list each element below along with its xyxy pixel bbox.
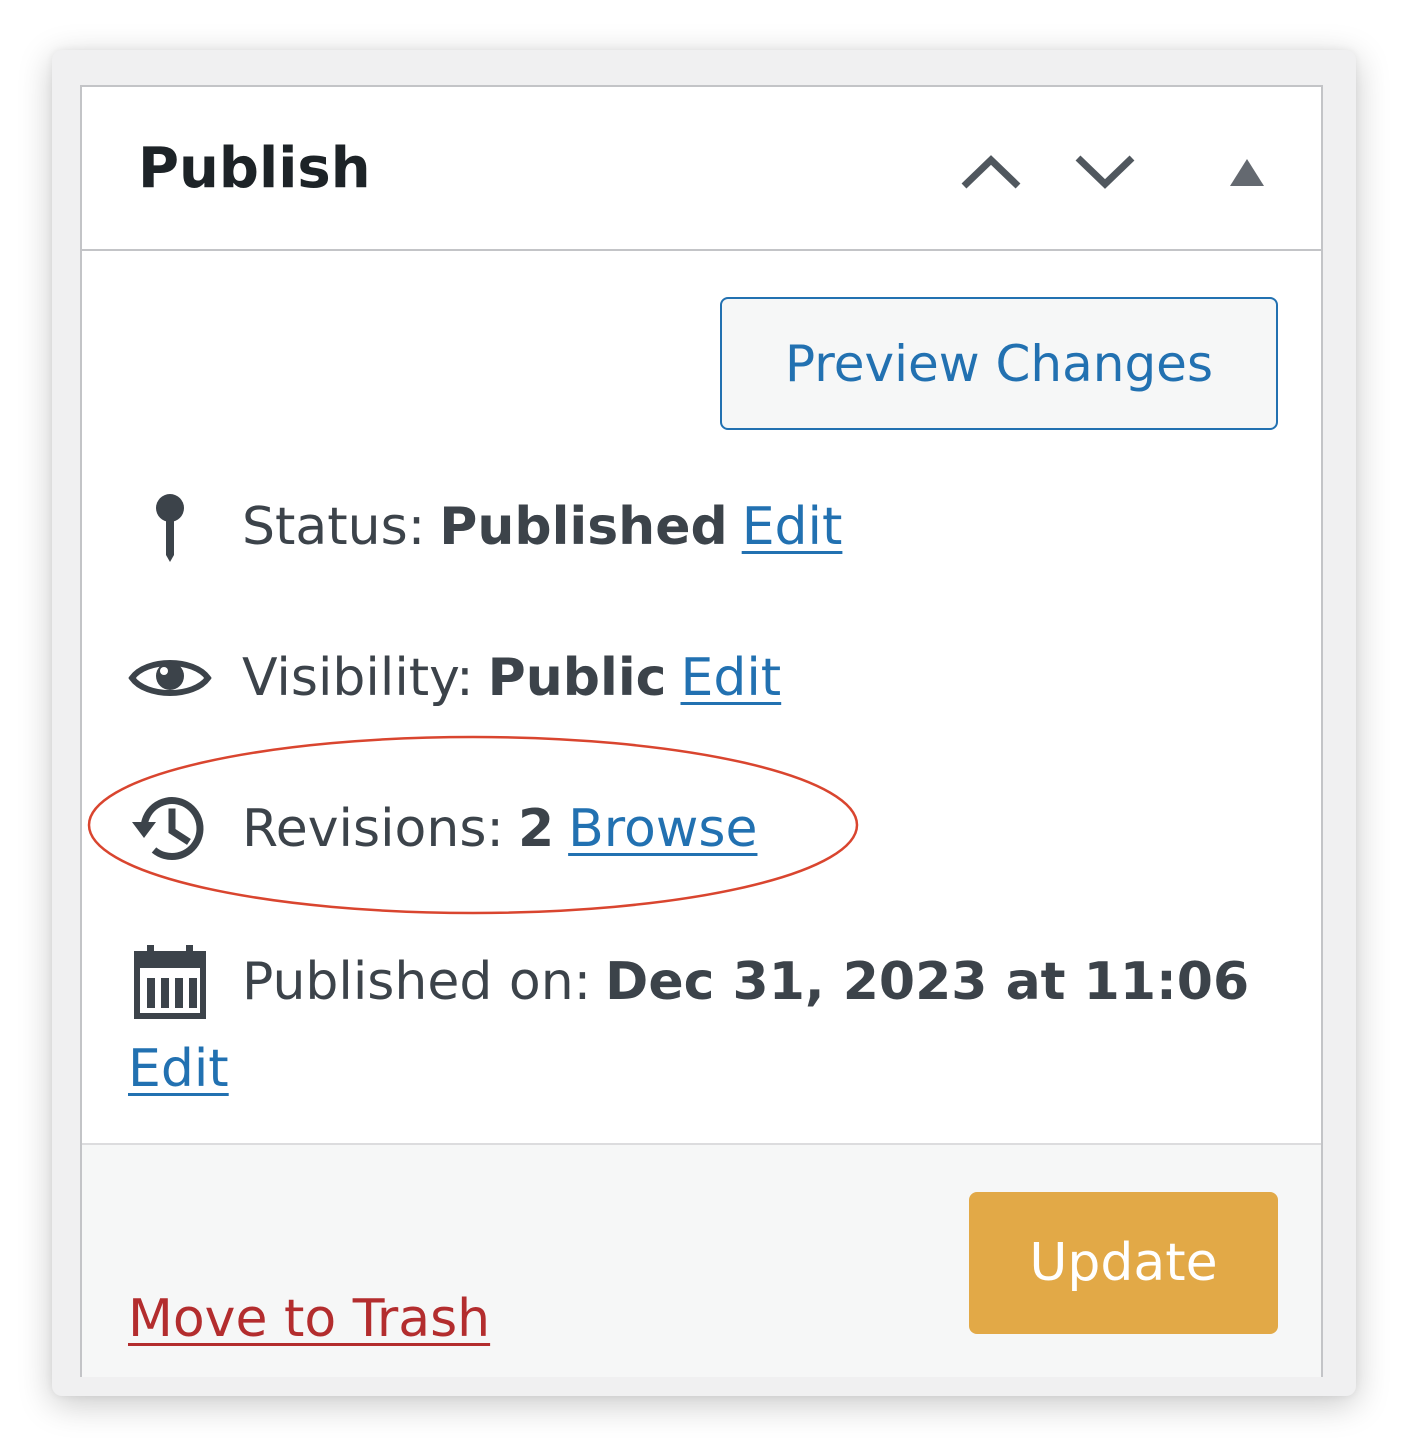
- move-down-button[interactable]: [1070, 139, 1140, 205]
- browse-revisions-link[interactable]: Browse: [568, 799, 757, 859]
- move-to-trash-link[interactable]: Move to Trash: [128, 1279, 490, 1359]
- visibility-label: Visibility:: [242, 648, 474, 708]
- published-on-row: Published on: Dec 31, 2023 at 11:06: [126, 942, 1249, 1022]
- visibility-row: Visibility: Public Edit: [126, 638, 781, 718]
- publish-box: Publish Preview Changes Status: Publishe…: [80, 85, 1323, 1377]
- status-value: Published: [439, 497, 728, 557]
- published-on-label: Published on:: [242, 952, 592, 1012]
- revisions-count: 2: [517, 799, 555, 859]
- edit-published-date-link[interactable]: Edit: [128, 1029, 229, 1109]
- status-row: Status: Published Edit: [126, 487, 842, 567]
- move-up-button[interactable]: [956, 139, 1026, 205]
- toggle-panel-button[interactable]: [1212, 139, 1282, 205]
- calendar-icon: [126, 942, 214, 1022]
- publish-box-header: Publish: [82, 87, 1321, 251]
- status-label: Status:: [242, 497, 426, 557]
- edit-visibility-link[interactable]: Edit: [681, 648, 782, 708]
- published-on-value: Dec 31, 2023 at 11:06: [605, 952, 1250, 1012]
- chevron-down-icon: [1075, 155, 1135, 189]
- history-icon: [126, 789, 214, 869]
- pin-icon: [126, 487, 214, 567]
- visibility-value: Public: [487, 648, 667, 708]
- publish-box-title: Publish: [138, 136, 371, 201]
- eye-icon: [126, 638, 214, 718]
- publish-box-footer: Move to Trash Update: [82, 1143, 1321, 1377]
- edit-status-link[interactable]: Edit: [742, 497, 843, 557]
- chevron-up-icon: [961, 155, 1021, 189]
- revisions-label: Revisions:: [242, 799, 504, 859]
- update-button[interactable]: Update: [969, 1192, 1278, 1334]
- revisions-row: Revisions: 2 Browse: [126, 789, 757, 869]
- triangle-up-icon: [1230, 159, 1264, 186]
- preview-changes-button[interactable]: Preview Changes: [720, 297, 1278, 430]
